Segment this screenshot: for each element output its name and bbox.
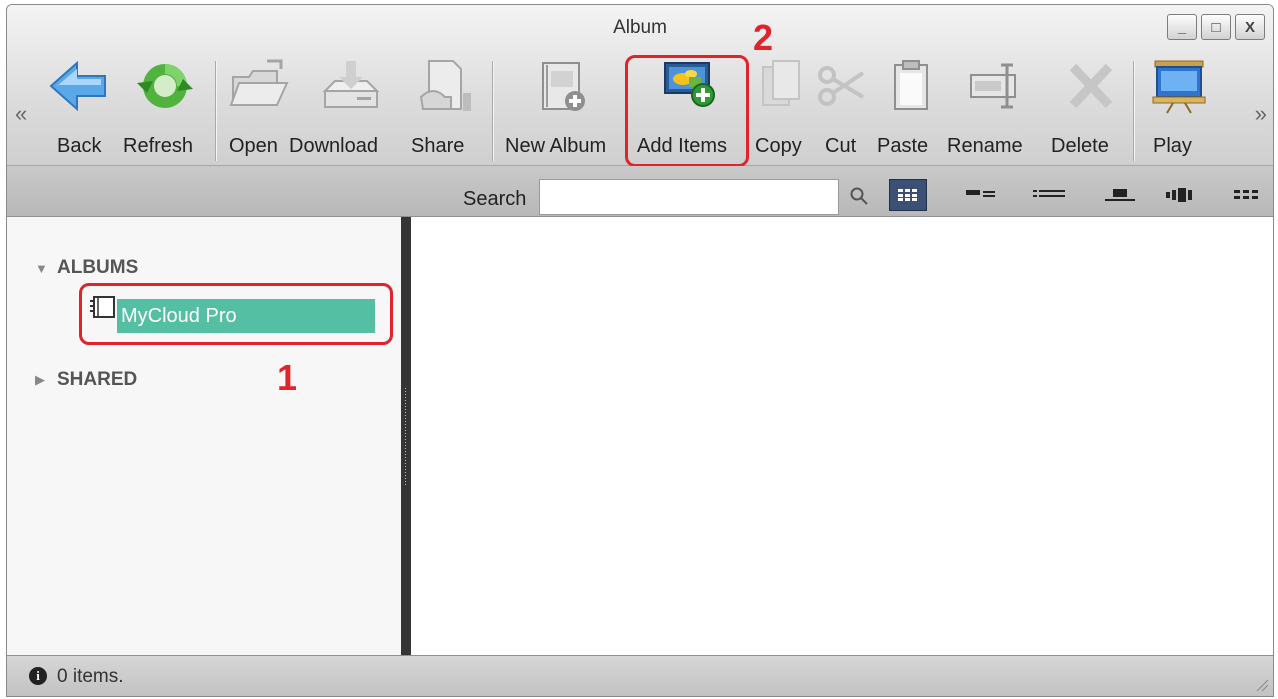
search-bar: Search (7, 166, 1273, 217)
albums-section-header[interactable]: ▼ ALBUMS (35, 257, 138, 279)
album-item-label: MyCloud Pro (117, 299, 375, 333)
refresh-button[interactable]: Refresh (123, 51, 203, 163)
download-button[interactable]: Download (289, 51, 401, 163)
shared-section-header[interactable]: ▶ SHARED (35, 369, 137, 391)
new-album-button[interactable]: New Album (505, 51, 629, 163)
list-view-button[interactable] (1030, 179, 1068, 211)
compact-grid-view-icon (1234, 190, 1258, 199)
toolbar-separator (492, 61, 493, 161)
new-album-icon (542, 62, 585, 111)
compact-grid-view-button[interactable] (1227, 179, 1265, 211)
resize-grip-icon[interactable] (1255, 678, 1269, 692)
download-icon (322, 61, 380, 108)
add-photo-icon (664, 62, 715, 107)
window-controls: _ □ X (1167, 14, 1265, 40)
play-slideshow-button[interactable]: Play (1147, 51, 1207, 163)
toolbar-scroll-right-button[interactable]: » (1255, 101, 1267, 127)
toolbar-separator (1133, 61, 1134, 161)
status-bar: i 0 items. (7, 655, 1273, 696)
window-title: Album (613, 17, 667, 38)
splitter-grip[interactable] (404, 387, 408, 487)
list-view-icon (1033, 190, 1065, 197)
grid-view-icon (898, 189, 917, 201)
albums-section-label: ALBUMS (57, 257, 139, 278)
delete-x-icon (1069, 63, 1113, 109)
expanded-triangle-icon: ▼ (35, 260, 48, 276)
title-bar: Album _ □ X « » Back Refresh Open Downlo… (7, 5, 1273, 167)
search-input[interactable] (539, 179, 839, 215)
minimize-button[interactable]: _ (1167, 14, 1197, 40)
paste-button[interactable]: Paste (877, 51, 943, 163)
open-button[interactable]: Open (227, 51, 289, 163)
grid-view-button[interactable] (889, 179, 927, 211)
slideshow-projector-icon (1152, 60, 1206, 114)
coverflow-view-button[interactable] (1162, 179, 1200, 211)
back-arrow-icon (49, 60, 106, 112)
copy-button[interactable]: Copy (753, 51, 809, 163)
share-icon (419, 60, 471, 111)
step-1-annotation: 1 (277, 357, 298, 398)
album-book-icon (90, 296, 115, 318)
scissors-icon (818, 66, 865, 106)
sidebar: ▼ ALBUMS MyCloud Pro ▶ SHARED 1 (7, 217, 401, 657)
toolbar-separator (215, 61, 216, 161)
step-2-annotation: 2 (753, 17, 774, 58)
refresh-icon (137, 64, 193, 108)
album-content-area[interactable] (411, 217, 1273, 657)
detail-list-view-icon (966, 190, 995, 197)
detail-list-view-button[interactable] (962, 179, 1000, 211)
album-item-mycloud-pro[interactable]: MyCloud Pro (87, 293, 377, 333)
rename-button[interactable]: Rename (947, 51, 1049, 163)
delete-button[interactable]: Delete (1051, 51, 1123, 163)
copy-icon (762, 60, 800, 106)
pane-splitter[interactable] (401, 217, 411, 657)
rename-icon (970, 63, 1016, 109)
thumbnail-strip-view-icon (1105, 189, 1135, 201)
search-label: Search (463, 188, 527, 210)
toolbar-scroll-left-button[interactable]: « (15, 101, 27, 127)
back-button[interactable]: Back (47, 51, 107, 163)
share-button[interactable]: Share (407, 51, 479, 163)
info-icon: i (29, 667, 47, 685)
open-folder-icon (229, 59, 289, 106)
cut-button[interactable]: Cut (818, 51, 865, 163)
thumbnail-strip-view-button[interactable] (1101, 179, 1139, 211)
collapsed-triangle-icon: ▶ (35, 372, 45, 387)
add-items-button[interactable]: Add Items (637, 51, 749, 163)
paste-clipboard-icon (894, 60, 928, 110)
shared-section-label: SHARED (57, 369, 138, 390)
status-text: 0 items. (57, 666, 124, 687)
maximize-button[interactable]: □ (1201, 14, 1231, 40)
search-icon[interactable] (849, 186, 869, 206)
close-button[interactable]: X (1235, 14, 1265, 40)
coverflow-view-icon (1166, 188, 1192, 202)
album-window: Album _ □ X « » Back Refresh Open Downlo… (6, 4, 1274, 697)
